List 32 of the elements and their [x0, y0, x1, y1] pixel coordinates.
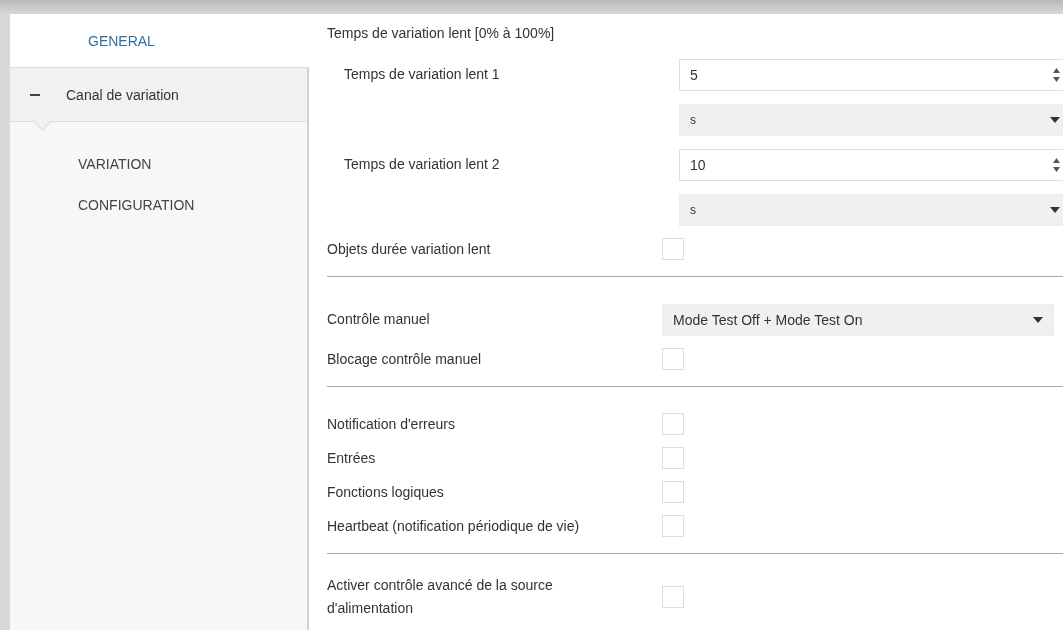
caret-icon	[1050, 116, 1060, 123]
field-label: Heartbeat (notification périodique de vie)	[327, 516, 581, 536]
field-label: Blocage contrôle manuel	[327, 349, 483, 369]
checkbox[interactable]	[662, 413, 684, 435]
field-label: Temps de variation lent 2	[343, 155, 501, 174]
caret-icon	[1050, 206, 1060, 213]
dropdown[interactable]: s	[679, 103, 1063, 136]
dropdown[interactable]: Mode Test Off + Mode Test On	[662, 303, 1054, 336]
field-label: Activer contrôle avancé de la source d'alimentation	[327, 576, 554, 618]
spinner-arrows-icon[interactable]	[1053, 67, 1060, 82]
number-field[interactable]: 10	[679, 148, 1063, 181]
spinner-arrows-icon[interactable]	[1053, 157, 1060, 172]
checkbox[interactable]	[662, 238, 684, 260]
field-label: Notification d'erreurs	[327, 414, 456, 434]
tree-item[interactable]: CONFIGURATION	[10, 184, 307, 225]
checkbox[interactable]	[662, 348, 684, 370]
checkbox[interactable]	[662, 447, 684, 469]
field-label: Fonctions logiques	[327, 482, 445, 502]
sidebar-tab[interactable]: GENERAL	[10, 14, 309, 68]
dropdown[interactable]: s	[679, 193, 1063, 226]
section-heading: Temps de variation lent [0% à 100%]	[327, 25, 555, 41]
field-label: Temps de variation lent 1	[343, 65, 501, 84]
checkbox[interactable]	[662, 586, 684, 608]
field-label: Contrôle manuel	[327, 310, 431, 329]
tree-item[interactable]: Canal de variation	[10, 68, 307, 122]
number-field[interactable]: 5	[679, 58, 1063, 91]
field-label: Entrées	[327, 448, 377, 468]
field-label: Objets durée variation lent	[327, 239, 492, 259]
tree-item[interactable]: VARIATION	[10, 143, 307, 184]
caret-icon	[1033, 316, 1043, 323]
checkbox[interactable]	[662, 481, 684, 503]
checkbox[interactable]	[662, 515, 684, 537]
